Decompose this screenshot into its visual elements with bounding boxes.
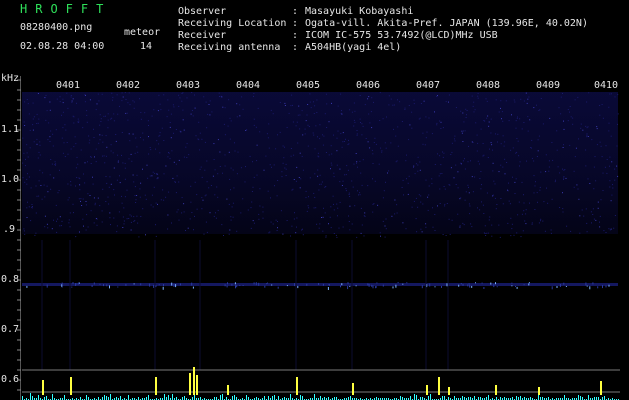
meteor-bar: [600, 381, 602, 395]
meteor-bar: [42, 380, 44, 395]
spectrogram-overlay: [17, 79, 620, 400]
meteor-bar: [193, 367, 195, 395]
baseline-activity: [22, 393, 619, 400]
meteor-bar: [296, 377, 298, 395]
meteor-bar: [352, 383, 354, 395]
meteor-bar: [70, 377, 72, 395]
meteor-bar: [495, 385, 497, 395]
meteor-bar: [448, 387, 450, 395]
meteor-bar: [438, 377, 440, 395]
meteor-bar: [227, 385, 229, 395]
carrier-blips: [26, 282, 610, 290]
meteor-bar: [189, 373, 191, 395]
noise-speckles: [22, 92, 619, 238]
meteor-bar: [426, 385, 428, 395]
meteor-bar: [196, 375, 198, 395]
meteor-bar: [538, 387, 540, 395]
meteor-bar: [155, 377, 157, 395]
